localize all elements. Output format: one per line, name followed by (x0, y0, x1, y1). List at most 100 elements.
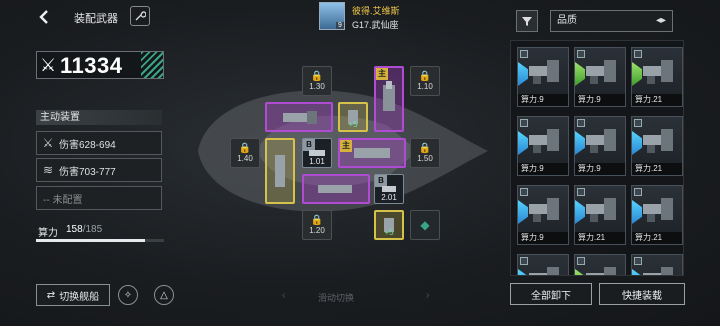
wrench-button[interactable] (130, 6, 150, 26)
ship-name: G17.武仙座 (352, 20, 399, 30)
cannon-icon (283, 111, 317, 124)
active-equipment-header: 主动装置 (36, 110, 162, 125)
quick-equip-button[interactable]: 快捷装载 (599, 283, 685, 305)
inventory-card[interactable] (517, 254, 569, 275)
slot-value: 1.40 (237, 154, 253, 163)
weapon-slot-equipped[interactable] (265, 102, 333, 132)
calc-progress-fill (36, 239, 146, 242)
screen-title: 装配武器 (74, 13, 118, 25)
calc-used: 158 (66, 224, 83, 235)
calc-progress-bar (36, 239, 164, 242)
inventory-card[interactable]: 算力.21 (631, 185, 683, 245)
filter-button[interactable] (516, 10, 538, 32)
hero-level-badge: 9 (336, 22, 344, 29)
inventory-card[interactable]: 算力.9 (574, 47, 626, 107)
weapon-art-icon (529, 267, 559, 275)
slash-icon: ≋ (42, 163, 54, 177)
equip-label: 伤害628-694 (59, 139, 116, 151)
card-caption: 算力.21 (575, 232, 625, 244)
empty-slot[interactable]: ◆ (410, 210, 440, 240)
wrench-icon (135, 11, 146, 21)
cannon-icon (318, 185, 352, 193)
calc-label: 算力 (38, 228, 58, 239)
weapon-slot-equipped[interactable] (302, 174, 370, 204)
weapon-art-icon (586, 267, 616, 275)
inventory-card[interactable] (574, 254, 626, 275)
chevron-left-icon (39, 10, 48, 24)
inventory-card[interactable]: 算力.9 (517, 185, 569, 245)
chevron-left-icon: ‹ (282, 290, 286, 301)
inventory-card[interactable]: 算力.21 (574, 185, 626, 245)
card-caption: 算力.9 (575, 94, 625, 106)
inventory-card[interactable]: 算力.21 (631, 116, 683, 176)
inventory-card[interactable]: 算力.9 (574, 116, 626, 176)
sort-select[interactable]: 品质 ◂▸ (550, 10, 673, 32)
weapon-art-icon (586, 60, 616, 84)
inventory-card[interactable]: 算力.21 (631, 47, 683, 107)
equip-row-empty[interactable]: -- 未配置 (36, 186, 162, 210)
inventory-card[interactable]: 算力.9 (517, 116, 569, 176)
level-badge: +5 (348, 120, 358, 129)
swipe-hint: 滑动切换 (318, 293, 355, 303)
card-caption: 算力.21 (632, 232, 682, 244)
slot-value: 1.20 (309, 226, 325, 235)
triangle-emblem-button[interactable]: △ (154, 285, 174, 305)
locked-slot[interactable]: 🔒 1.30 (302, 66, 332, 96)
back-button[interactable] (36, 8, 54, 26)
locked-slot[interactable]: 🔒 1.40 (230, 138, 260, 168)
weapon-art-icon (529, 60, 559, 84)
lock-icon: 🔒 (310, 215, 324, 226)
card-caption: 算力.21 (632, 94, 682, 106)
locked-slot[interactable]: 🔒 1.10 (410, 66, 440, 96)
turret-icon (383, 81, 395, 111)
inventory-card[interactable] (631, 254, 683, 275)
wing-icon: ✧ (123, 289, 133, 301)
weapon-art-icon (529, 129, 559, 153)
weapon-art-icon (586, 198, 616, 222)
weapon-slot-equipped[interactable]: 主 (374, 66, 404, 132)
swap-icon: ⇄ (46, 289, 56, 301)
weapon-slot-equipped[interactable] (265, 138, 295, 204)
inventory-panel: 算力.9 算力.9 算力.21 算力.9 算力.9 算力.21 算力.9 算力.21 算力.21 (510, 40, 684, 276)
calc-max: /185 (82, 224, 103, 235)
level-badge: +5 (384, 228, 394, 237)
weapon-art-icon (643, 60, 673, 84)
lock-icon: 🔒 (418, 143, 432, 154)
locked-slot[interactable]: 🔒 1.50 (410, 138, 440, 168)
swords-icon: ⚔ (40, 55, 57, 75)
inventory-card[interactable]: 算力.9 (517, 47, 569, 107)
cannon-icon (354, 148, 390, 158)
filter-icon (522, 17, 532, 26)
equip-row[interactable]: ⚔ 伤害628-694 (36, 131, 162, 155)
equip-label: -- 未配置 (43, 194, 83, 206)
chevron-right-icon: › (426, 290, 430, 301)
switch-ship-label: 切换舰船 (59, 291, 100, 303)
hero-name: 彼得.艾维斯 (352, 6, 400, 16)
locked-slot[interactable]: 🔒 1.20 (302, 210, 332, 240)
slot-value: 1.30 (309, 82, 325, 91)
weapon-slot-equipped[interactable]: +5 (374, 210, 404, 240)
weapon-art-icon (643, 129, 673, 153)
weapon-art-icon (529, 198, 559, 222)
turret-icon (275, 155, 285, 187)
triangle-icon: △ (160, 289, 168, 301)
slot-value: 1.10 (417, 82, 433, 91)
weapon-slot-equipped[interactable]: +5 (338, 102, 368, 132)
lock-icon: 🔒 (418, 71, 432, 82)
card-caption: 算力.9 (518, 163, 568, 175)
power-value: 11334 (60, 53, 123, 78)
slot-value: 1.50 (417, 154, 433, 163)
switch-ship-button[interactable]: ⇄ 切换舰船 (36, 284, 110, 306)
weapon-slot-b[interactable]: B 1.01 (302, 138, 332, 168)
card-caption: 算力.21 (632, 163, 682, 175)
weapon-slot-b[interactable]: B 2.01 (374, 174, 404, 204)
equip-label: 伤害703-777 (59, 166, 116, 178)
weapon-art-icon (586, 129, 616, 153)
weapon-slot-equipped[interactable]: 主 (338, 138, 406, 168)
unequip-all-button[interactable]: 全部卸下 (510, 283, 592, 305)
slot-value: 2.01 (381, 193, 397, 202)
weapon-art-icon (643, 267, 673, 275)
wing-emblem-button[interactable]: ✧ (118, 285, 138, 305)
sort-arrows-icon: ◂▸ (655, 15, 666, 26)
equip-row[interactable]: ≋ 伤害703-777 (36, 158, 162, 182)
